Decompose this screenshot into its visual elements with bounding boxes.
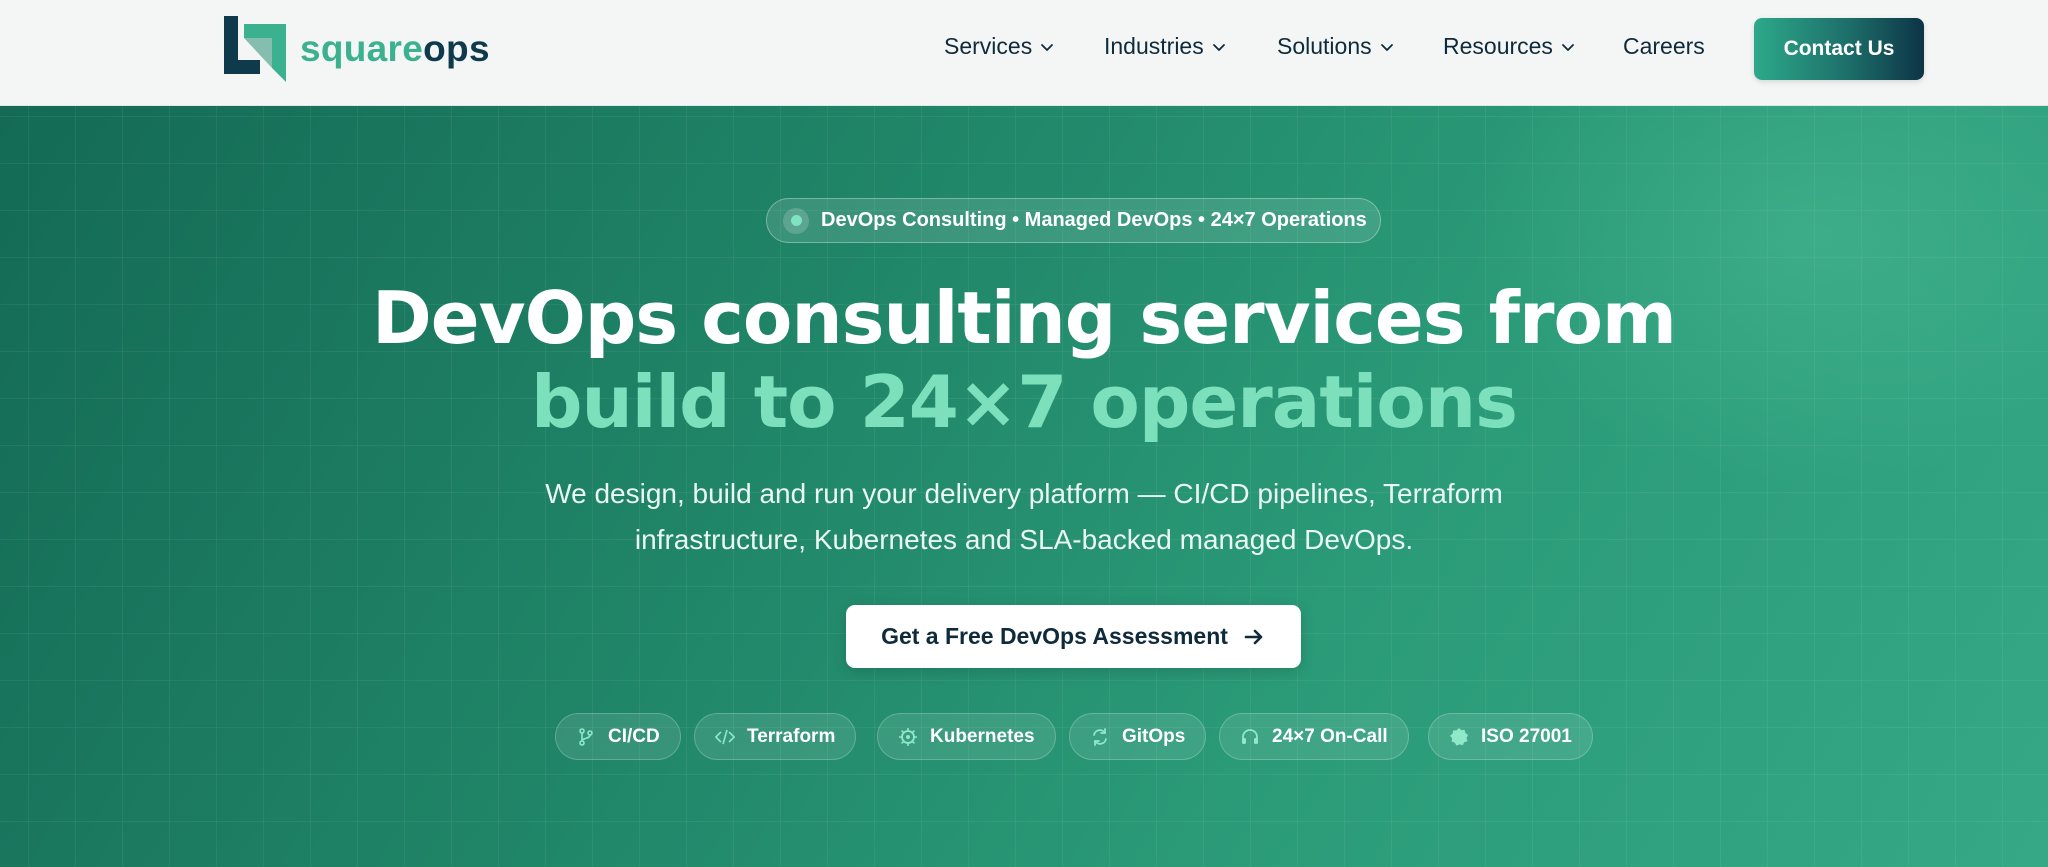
nav-resources[interactable]: Resources (1443, 33, 1575, 60)
chevron-down-icon (1212, 43, 1225, 51)
tag-on-call: 24×7 On-Call (1219, 713, 1409, 760)
nav-industries[interactable]: Industries (1104, 33, 1226, 60)
tag-label: Terraform (747, 725, 836, 747)
chevron-down-icon (1041, 43, 1054, 51)
hero-subtitle-line1: We design, build and run your delivery p… (545, 478, 1503, 509)
nav-resources-label: Resources (1443, 33, 1553, 59)
hero-title-line1: DevOps consulting services from (372, 276, 1677, 360)
hero-section: DevOps Consulting • Managed DevOps • 24×… (0, 106, 2048, 867)
logo-wordmark: squareops (300, 28, 490, 70)
nav-solutions-label: Solutions (1277, 33, 1372, 59)
chevron-down-icon (1562, 43, 1574, 51)
tag-label: ISO 27001 (1481, 725, 1572, 747)
tag-label: Kubernetes (930, 725, 1035, 747)
tag-cicd: CI/CD (555, 713, 681, 760)
nav-careers[interactable]: Careers (1623, 33, 1705, 60)
nav-solutions[interactable]: Solutions (1277, 33, 1394, 60)
logo-word-square: square (300, 28, 424, 69)
tag-label: GitOps (1122, 725, 1186, 747)
sync-icon (1090, 727, 1110, 747)
free-assessment-label: Get a Free DevOps Assessment (881, 623, 1228, 649)
nav-services[interactable]: Services (944, 33, 1054, 60)
arrow-right-icon (1244, 629, 1263, 644)
tag-kubernetes: Kubernetes (877, 713, 1056, 760)
helm-wheel-icon (898, 727, 918, 747)
logo-word-ops: ops (423, 28, 490, 69)
tag-terraform: Terraform (694, 713, 857, 760)
headset-icon (1240, 727, 1260, 747)
nav-services-label: Services (944, 33, 1033, 59)
nav-industries-label: Industries (1104, 33, 1204, 59)
tag-label: CI/CD (608, 725, 660, 747)
nav-careers-label: Careers (1623, 33, 1705, 59)
hero-eyebrow-text: DevOps Consulting • Managed DevOps • 24×… (821, 209, 1367, 231)
hero-subtitle-line2: infrastructure, Kubernetes and SLA-backe… (634, 524, 1414, 555)
tag-label: 24×7 On-Call (1272, 725, 1388, 747)
git-branch-icon (576, 727, 596, 747)
brand-logo[interactable]: squareops (224, 16, 490, 82)
free-assessment-button[interactable]: Get a Free DevOps Assessment (846, 605, 1301, 668)
status-dot-icon (783, 207, 809, 234)
badge-icon (1449, 727, 1469, 747)
code-icon (715, 727, 735, 747)
hero-title-line2: build to 24×7 operations (530, 360, 1518, 444)
logo-mark-icon (224, 16, 286, 82)
hero-eyebrow-pill: DevOps Consulting • Managed DevOps • 24×… (766, 198, 1381, 243)
chevron-down-icon (1380, 43, 1393, 51)
tag-gitops: GitOps (1069, 713, 1207, 760)
tag-iso: ISO 27001 (1428, 713, 1593, 760)
contact-us-button[interactable]: Contact Us (1754, 18, 1924, 80)
site-header: squareops Services Industries Solutions … (0, 0, 2048, 106)
